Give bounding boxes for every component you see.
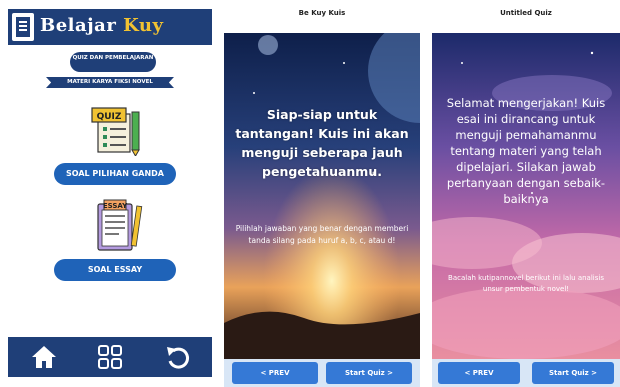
book-logo-icon xyxy=(12,13,34,41)
brand-word-1: Belajar xyxy=(40,15,117,36)
quiz-intro-card: Selamat mengerjakan! Kuis esai ini diran… xyxy=(432,33,620,359)
quiz-nav-bar: < PREV Start Quiz > xyxy=(224,359,420,387)
quiz-title: Untitled Quiz xyxy=(500,9,552,17)
bottom-nav xyxy=(8,337,212,377)
quiz-icon-label: QUIZ xyxy=(97,112,122,122)
brand-word-2: Kuy xyxy=(123,15,164,36)
grid-icon[interactable] xyxy=(96,343,124,371)
quiz-intro-card: Siap-siap untuk tantangan! Kuis ini akan… xyxy=(224,33,420,359)
section-pill: QUIZ DAN PEMBELAJARAN xyxy=(70,52,156,72)
quiz-icon[interactable]: QUIZ xyxy=(90,106,148,156)
essay-button[interactable]: SOAL ESSAY xyxy=(54,259,176,281)
multiple-choice-quiz-screen: Be Kuy Kuis Siap-siap untuk tantangan! K… xyxy=(224,0,420,387)
quiz-heading: Siap-siap untuk tantangan! Kuis ini akan… xyxy=(235,107,409,179)
space-sunset-background xyxy=(224,33,420,359)
material-ribbon: MATERI KARYA FIKSI NOVEL xyxy=(46,77,174,88)
quiz-heading: Selamat mengerjakan! Kuis esai ini diran… xyxy=(446,96,606,206)
essay-icon[interactable]: ESSAY xyxy=(92,198,144,254)
quiz-instructions: Pilihlah jawaban yang benar dengan membe… xyxy=(235,224,409,245)
home-screen: Belajar Kuy QUIZ DAN PEMBELAJARAN MATERI… xyxy=(8,0,212,387)
multiple-choice-button[interactable]: SOAL PILIHAN GANDA xyxy=(54,163,176,185)
prev-button[interactable]: < PREV xyxy=(232,362,318,384)
home-icon[interactable] xyxy=(30,343,58,371)
prev-button[interactable]: < PREV xyxy=(438,362,520,384)
app-header: Belajar Kuy xyxy=(8,9,212,45)
start-quiz-button[interactable]: Start Quiz > xyxy=(532,362,614,384)
essay-icon-label: ESSAY xyxy=(103,202,128,210)
quiz-nav-bar: < PREV Start Quiz > xyxy=(432,359,620,387)
quiz-instructions: Bacalah kutipannovel berikut ini lalu an… xyxy=(448,274,604,293)
essay-quiz-screen: Untitled Quiz Selamat mengerjakan! Kuis … xyxy=(432,0,620,387)
quiz-title: Be Kuy Kuis xyxy=(298,9,346,17)
undo-icon[interactable] xyxy=(164,343,192,371)
start-quiz-button[interactable]: Start Quiz > xyxy=(326,362,412,384)
app-brand: Belajar Kuy xyxy=(40,15,163,36)
